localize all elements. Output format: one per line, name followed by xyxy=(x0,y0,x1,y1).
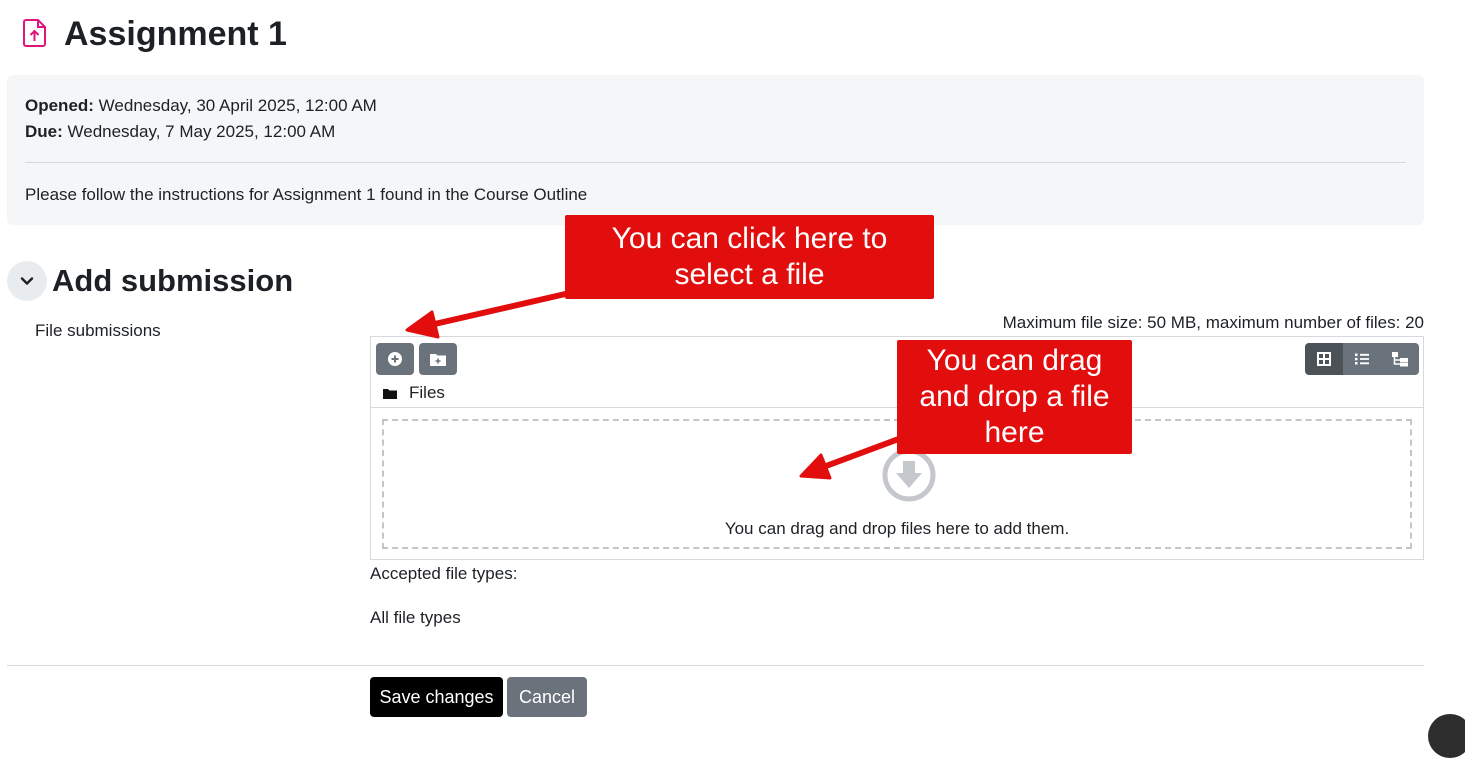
assignment-upload-icon xyxy=(23,19,46,47)
opened-value: Wednesday, 30 April 2025, 12:00 AM xyxy=(93,96,377,115)
grid-view-icon xyxy=(1317,352,1331,366)
divider xyxy=(25,162,1406,163)
assignment-description: Please follow the instructions for Assig… xyxy=(25,185,588,204)
annotation-text: select a file xyxy=(674,258,825,291)
add-file-button[interactable] xyxy=(376,343,414,375)
due-value: Wednesday, 7 May 2025, 12:00 AM xyxy=(62,122,336,141)
cancel-button[interactable]: Cancel xyxy=(507,677,587,717)
max-file-info: Maximum file size: 50 MB, maximum number… xyxy=(1002,313,1424,332)
annotation-select-file: You can click here to select a file xyxy=(565,215,934,299)
divider xyxy=(7,665,1424,666)
dropzone-text: You can drag and drop files here to add … xyxy=(724,519,1070,538)
create-folder-button[interactable] xyxy=(419,343,457,375)
breadcrumb-files[interactable]: Files xyxy=(409,383,445,403)
opened-date: Opened: Wednesday, 30 April 2025, 12:00 … xyxy=(25,95,377,117)
due-date: Due: Wednesday, 7 May 2025, 12:00 AM xyxy=(25,121,335,143)
save-changes-button[interactable]: Save changes xyxy=(370,677,503,717)
annotation-arrow-select xyxy=(405,289,577,339)
section-title: Add submission xyxy=(52,263,294,298)
page-title: Assignment 1 xyxy=(64,15,287,53)
annotation-text: You can drag xyxy=(926,344,1103,377)
breadcrumb: Files xyxy=(383,381,445,405)
opened-label: Opened: xyxy=(25,96,94,115)
chevron-down-icon xyxy=(20,277,34,285)
list-view-button[interactable] xyxy=(1343,343,1381,375)
tree-view-button[interactable] xyxy=(1381,343,1419,375)
view-toggle-group xyxy=(1305,343,1419,375)
due-label: Due: xyxy=(25,122,63,141)
annotation-text: and drop a file xyxy=(919,380,1110,413)
annotation-text: You can click here to xyxy=(611,222,888,255)
annotation-text: here xyxy=(984,416,1045,449)
create-folder-icon xyxy=(430,353,446,366)
add-file-icon xyxy=(388,352,402,366)
list-view-icon xyxy=(1355,353,1369,365)
collapse-section-button[interactable] xyxy=(7,261,47,301)
accepted-types-label: Accepted file types: xyxy=(370,564,518,583)
activity-dates-box: Opened: Wednesday, 30 April 2025, 12:00 … xyxy=(7,75,1424,225)
download-arrow-icon xyxy=(882,448,936,502)
annotation-drag-drop: You can drag and drop a file here xyxy=(897,340,1132,454)
accepted-types-value: All file types xyxy=(370,608,461,627)
tree-view-icon xyxy=(1392,352,1408,367)
folder-icon xyxy=(383,388,397,399)
grid-view-button[interactable] xyxy=(1305,343,1343,375)
help-button[interactable] xyxy=(1428,714,1465,758)
file-submissions-label: File submissions xyxy=(35,321,161,340)
